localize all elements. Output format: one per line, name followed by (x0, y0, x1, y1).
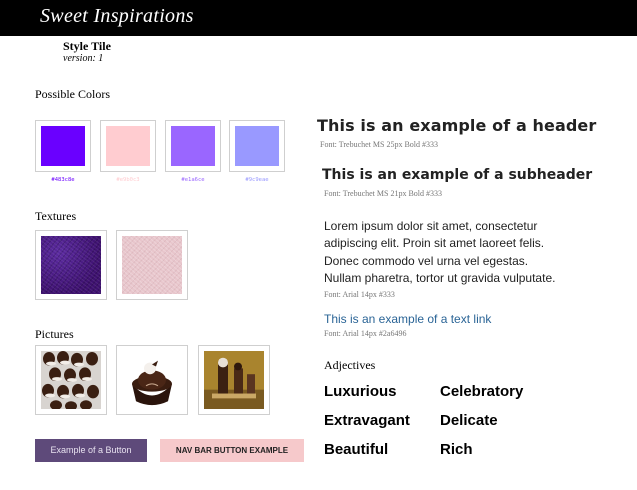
picture-frame-1 (35, 345, 107, 415)
color-fill-1 (41, 126, 85, 166)
chocolates-picture (41, 351, 101, 409)
color-fill-4 (235, 126, 279, 166)
texture-frame-2 (116, 230, 188, 300)
brand-title: Sweet Inspirations (40, 5, 194, 27)
textures-section-label: Textures (35, 209, 77, 223)
color-code-4: #9c9eae (245, 177, 269, 183)
purple-fabric-texture (41, 236, 101, 294)
text-link-example[interactable]: This is an example of a text link (324, 312, 491, 326)
adjective-item: Extravagant (324, 412, 410, 429)
body-text-line: Nullam pharetra, tortor ut gravida vulpu… (324, 270, 556, 285)
pictures-section-label: Pictures (35, 327, 74, 341)
subheader-font-spec: Font: Trebuchet MS 21px Bold #333 (324, 189, 443, 198)
adjective-item: Delicate (440, 412, 498, 429)
color-swatch-1 (35, 120, 91, 172)
adjective-item: Luxurious (324, 383, 397, 400)
texture-frame-1 (35, 230, 107, 300)
style-tile-title: Style Tile (63, 39, 111, 53)
body-font-spec: Font: Arial 14px #333 (324, 290, 395, 299)
adjective-item: Rich (440, 441, 473, 458)
chocolate-figurines-picture (204, 351, 264, 409)
adjective-item: Beautiful (324, 441, 389, 458)
color-fill-3 (171, 126, 215, 166)
color-code-2: #e9b0c3 (116, 177, 140, 183)
body-text-line: Donec commodo vel urna vel egestas. (324, 253, 529, 268)
truffle-cupcake-picture (122, 351, 182, 409)
color-code-1: #483c8e (51, 177, 75, 183)
color-code-3: #e1a6ce (181, 177, 205, 183)
color-swatch-2 (100, 120, 156, 172)
body-text-line: Lorem ipsum dolor sit amet, consectetur (324, 219, 538, 233)
header-font-spec: Font: Trebuchet MS 25px Bold #333 (320, 140, 439, 149)
header-example: This is an example of a header (317, 116, 597, 135)
color-fill-2 (106, 126, 150, 166)
body-text-example: Lorem ipsum dolor sit amet, consectetur … (324, 218, 594, 287)
example-button[interactable]: Example of a Button (35, 439, 147, 462)
subheader-example: This is an example of a subheader (322, 167, 593, 183)
navbar-example-button[interactable]: NAV BAR BUTTON EXAMPLE (160, 439, 304, 462)
picture-frame-2 (116, 345, 188, 415)
top-bar: Sweet Inspirations (0, 0, 637, 36)
color-swatch-3 (165, 120, 221, 172)
adjectives-title: Adjectives (324, 358, 376, 372)
pink-paper-texture (122, 236, 182, 294)
style-tile-version: version: 1 (63, 53, 104, 64)
body-text-line: adipiscing elit. Proin sit amet laoreet … (324, 236, 545, 251)
colors-section-label: Possible Colors (35, 87, 111, 101)
color-swatch-4 (229, 120, 285, 172)
link-font-spec: Font: Arial 14px #2a6496 (324, 329, 407, 338)
picture-frame-3 (198, 345, 270, 415)
adjective-item: Celebratory (440, 383, 524, 400)
